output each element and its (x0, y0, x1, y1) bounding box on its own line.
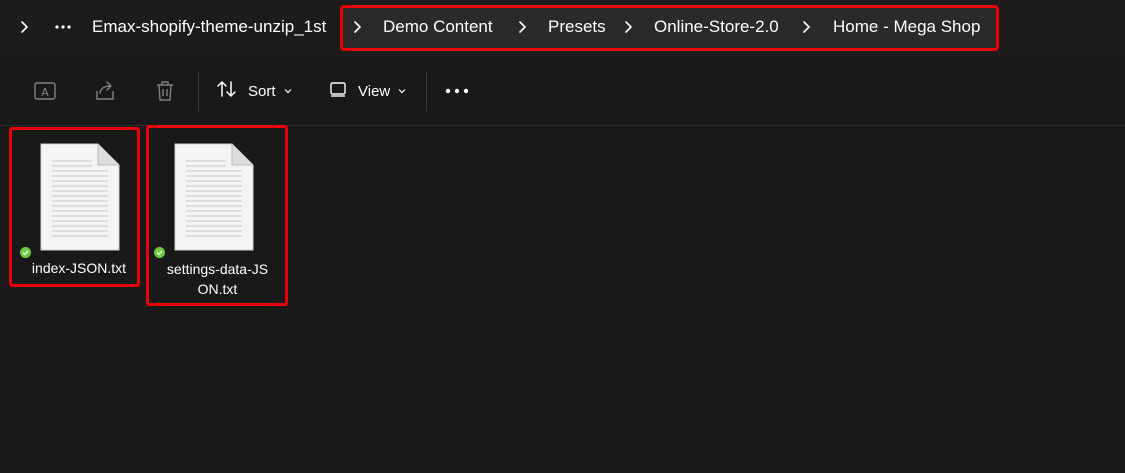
chevron-right-icon[interactable] (621, 17, 637, 37)
rename-icon[interactable]: A (32, 78, 58, 104)
sort-icon (216, 78, 238, 104)
svg-text:A: A (41, 86, 49, 99)
file-name-line-1: settings-data-JS (166, 261, 269, 277)
file-name-line-2: ON.txt (197, 281, 238, 297)
more-path-icon[interactable] (53, 17, 73, 37)
toolbar-divider (426, 71, 427, 111)
expand-chevron-icon[interactable] (17, 17, 33, 37)
more-options-icon[interactable] (443, 84, 471, 98)
file-name: index-JSON.txt (31, 260, 127, 276)
breadcrumb-item-demo-content[interactable]: Demo Content (383, 16, 493, 38)
chevron-right-icon[interactable] (515, 17, 531, 37)
command-bar: A Sort View (0, 57, 1125, 126)
view-label: View (358, 82, 391, 100)
text-file-icon (40, 143, 120, 251)
chevron-down-icon (397, 83, 407, 100)
breadcrumb-item-presets[interactable]: Presets (548, 16, 606, 38)
text-file-icon (174, 143, 254, 251)
chevron-right-icon[interactable] (350, 17, 366, 37)
breadcrumb-item-online-store[interactable]: Online-Store-2.0 (654, 16, 779, 38)
chevron-right-icon[interactable] (799, 17, 815, 37)
breadcrumb-root[interactable]: Emax-shopify-theme-unzip_1st (92, 16, 326, 38)
view-icon (328, 79, 348, 103)
breadcrumb-item-home-mega-shop[interactable]: Home - Mega Shop (833, 16, 980, 38)
toolbar-divider (198, 71, 199, 111)
chevron-down-icon (283, 83, 293, 100)
address-bar: Emax-shopify-theme-unzip_1st Demo Conten… (0, 0, 1125, 56)
sync-status-icon (20, 247, 31, 258)
sync-status-icon (154, 247, 165, 258)
sort-label: Sort (248, 82, 276, 100)
delete-icon[interactable] (152, 78, 178, 104)
sort-button[interactable]: Sort (216, 77, 293, 105)
view-button[interactable]: View (328, 77, 407, 105)
share-icon[interactable] (92, 78, 118, 104)
